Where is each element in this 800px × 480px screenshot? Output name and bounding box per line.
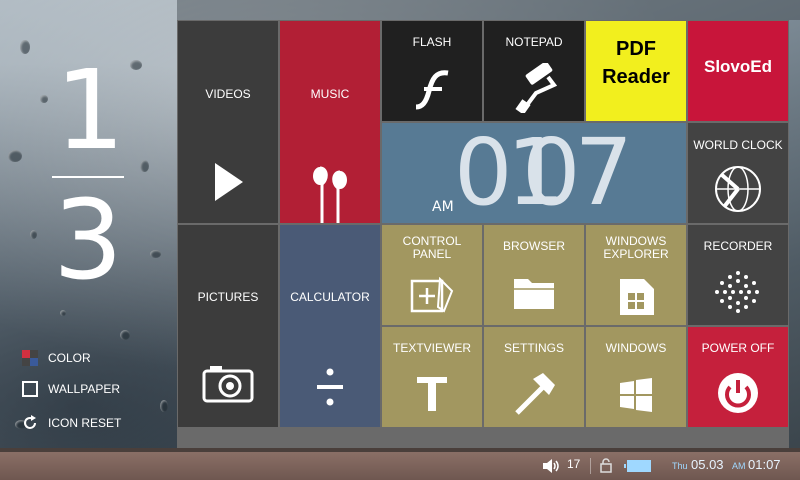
status-day: Thu <box>672 461 688 471</box>
tile-browser-label: BROWSER <box>502 239 565 253</box>
wallpaper-option[interactable]: WALLPAPER <box>22 381 120 397</box>
text-t-icon <box>417 377 447 411</box>
tile-slovoed[interactable]: SlovoEd <box>688 21 788 121</box>
tile-clock[interactable]: AM 01 07 <box>382 123 686 223</box>
hammer-icon <box>515 373 555 415</box>
rain-drop <box>160 400 168 412</box>
page-total-number: 3 <box>53 176 123 304</box>
tile-videos[interactable]: VIDEOS <box>178 21 278 223</box>
color-swatch-icon <box>22 350 38 366</box>
tile-settings[interactable]: SETTINGS <box>484 327 584 427</box>
battery-icon <box>624 460 651 472</box>
tile-windows-explorer[interactable]: WINDOWS EXPLORER <box>586 225 686 325</box>
tile-windows-label: WINDOWS <box>605 341 667 355</box>
divide-icon <box>317 368 343 406</box>
power-icon <box>718 373 758 413</box>
top-strip <box>177 0 800 20</box>
clock-minutes: 07 <box>522 123 633 223</box>
tile-world-clock-label: WORLD CLOCK <box>693 138 783 152</box>
paint-roller-icon <box>515 63 558 113</box>
tile-control-panel[interactable]: CONTROL PANEL <box>382 225 482 325</box>
speaker-grille-icon <box>715 271 759 313</box>
tile-recorder-label: RECORDER <box>703 239 773 253</box>
tile-music[interactable]: MUSIC <box>280 21 380 223</box>
lock-icon[interactable] <box>600 458 612 473</box>
tile-music-label: MUSIC <box>310 87 350 101</box>
tile-videos-label: VIDEOS <box>205 87 251 101</box>
windows-document-icon <box>620 279 654 315</box>
page-current-number: 1 <box>55 46 125 174</box>
tile-windows-explorer-label-line2: EXPLORER <box>603 247 669 261</box>
tile-pdf-reader-label-line2: Reader <box>602 66 670 88</box>
status-ampm: AM <box>732 461 746 471</box>
camera-icon <box>202 366 254 403</box>
tile-flash-label: FLASH <box>412 35 452 49</box>
tile-pictures[interactable]: PICTURES <box>178 225 278 427</box>
tile-flash[interactable]: FLASH <box>382 21 482 121</box>
tile-pdf-reader[interactable]: PDF Reader <box>586 21 686 121</box>
status-time: 01:07 <box>748 457 781 472</box>
tile-textviewer-label: TEXTVIEWER <box>392 341 471 355</box>
earphones-icon <box>313 166 347 223</box>
tile-world-clock[interactable]: WORLD CLOCK <box>688 123 788 223</box>
tile-power-off-label: POWER OFF <box>701 341 775 355</box>
tile-calculator[interactable]: CALCULATOR <box>280 225 380 427</box>
flash-f-icon <box>415 70 449 110</box>
tile-browser[interactable]: BROWSER <box>484 225 584 325</box>
rain-drop <box>20 40 30 54</box>
volume-level: 17 <box>567 457 581 471</box>
play-icon <box>215 163 243 201</box>
tile-pdf-reader-label-line1: PDF <box>616 38 656 60</box>
tile-notepad[interactable]: NOTEPAD <box>484 21 584 121</box>
icon-reset-option[interactable]: ICON RESET <box>22 415 121 431</box>
rain-drop <box>60 310 66 316</box>
wallpaper-square-icon <box>22 381 38 397</box>
color-option-label: COLOR <box>48 351 91 365</box>
tile-settings-label: SETTINGS <box>503 341 564 355</box>
tile-windows[interactable]: WINDOWS <box>586 327 686 427</box>
tile-grid: VIDEOS MUSIC FLASH NOTEPAD PDF Reader Sl… <box>177 20 789 448</box>
status-divider <box>590 458 591 474</box>
icon-reset-option-label: ICON RESET <box>48 416 122 430</box>
tile-textviewer[interactable]: TEXTVIEWER <box>382 327 482 427</box>
volume-icon[interactable] <box>542 459 560 473</box>
globe-clock-icon <box>715 166 761 212</box>
color-option[interactable]: COLOR <box>22 350 91 366</box>
windows-logo-icon <box>620 378 652 412</box>
tile-pictures-label: PICTURES <box>197 290 259 304</box>
clock-ampm: AM <box>432 199 454 215</box>
status-bar: 17 Thu 05.03 AM 01:07 <box>0 452 800 480</box>
status-date: 05.03 <box>691 457 724 472</box>
tile-power-off[interactable]: POWER OFF <box>688 327 788 427</box>
tile-recorder[interactable]: RECORDER <box>688 225 788 325</box>
refresh-icon <box>24 415 36 429</box>
wallpaper-option-label: WALLPAPER <box>48 382 121 396</box>
tile-slovoed-label: SlovoEd <box>703 57 772 76</box>
tile-control-panel-label-line2: PANEL <box>412 247 452 261</box>
control-panel-icon <box>410 277 454 313</box>
rain-drop <box>120 330 130 340</box>
tile-calculator-label: CALCULATOR <box>290 290 370 304</box>
tile-notepad-label: NOTEPAD <box>505 35 563 49</box>
folder-icon <box>514 279 554 309</box>
